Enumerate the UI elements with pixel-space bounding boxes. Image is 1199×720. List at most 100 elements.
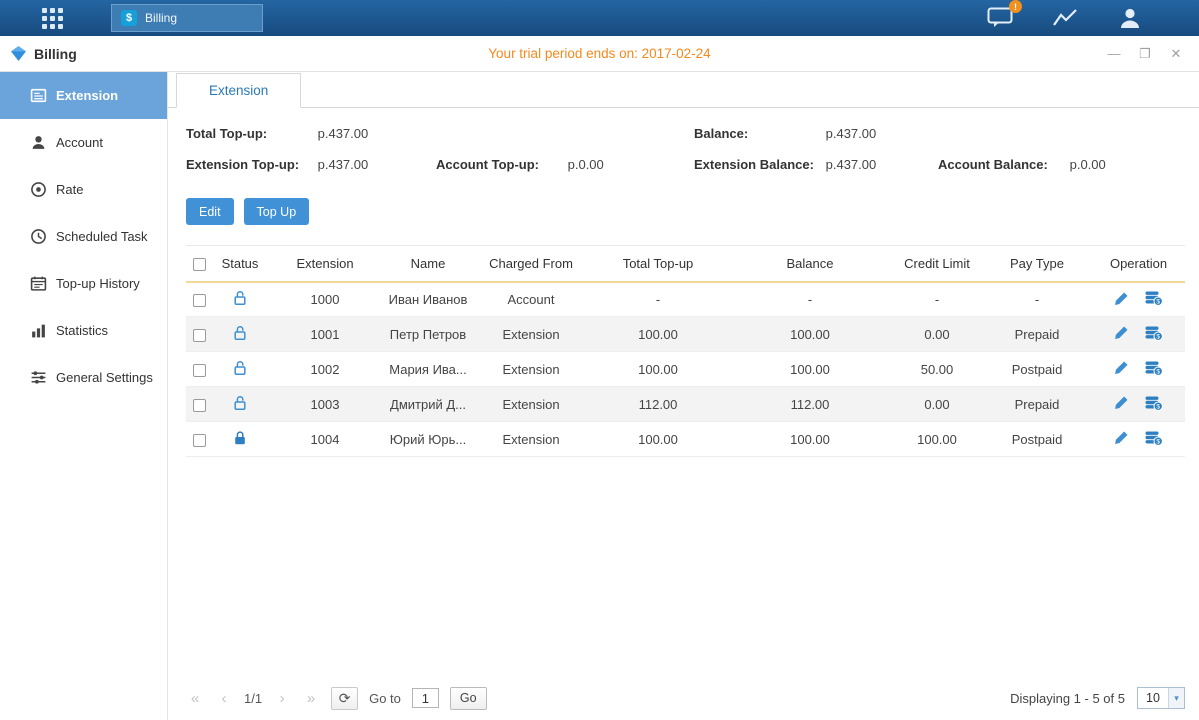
lock-open-icon xyxy=(232,290,248,306)
topup-extension-icon[interactable]: $ xyxy=(1145,290,1163,306)
prev-page-button[interactable]: ‹ xyxy=(215,690,233,707)
sidebar-item-label: Top-up History xyxy=(56,276,140,291)
table-row: 1003 Дмитрий Д... Extension 112.00 112.0… xyxy=(186,387,1185,422)
app-grid-icon[interactable] xyxy=(42,8,63,29)
row-checkbox[interactable] xyxy=(193,434,206,447)
cell-balance: - xyxy=(728,282,892,317)
topup-extension-icon[interactable]: $ xyxy=(1145,395,1163,411)
summary-account-topup: Account Top-up: p.0.00 xyxy=(436,157,694,172)
status-cell xyxy=(232,430,248,446)
notifications-chat-icon[interactable]: ! xyxy=(987,7,1014,29)
reports-chart-icon[interactable] xyxy=(1052,7,1079,29)
extension-topup-value: p.437.00 xyxy=(318,157,369,172)
total-topup-value: p.437.00 xyxy=(318,126,369,141)
rate-icon xyxy=(30,181,47,198)
column-header-status: Status xyxy=(212,246,268,282)
sidebar-item-rate[interactable]: Rate xyxy=(0,166,167,213)
sidebar-item-topup-history[interactable]: Top-up History xyxy=(0,260,167,307)
row-checkbox[interactable] xyxy=(193,364,206,377)
edit-extension-icon[interactable] xyxy=(1114,360,1129,375)
cell-pay-type: - xyxy=(982,282,1092,317)
edit-extension-icon[interactable] xyxy=(1114,291,1129,306)
row-checkbox[interactable] xyxy=(193,294,206,307)
billing-summary: Total Top-up: p.437.00 Balance: p.437.00… xyxy=(186,126,1185,172)
sidebar-item-general-settings[interactable]: General Settings xyxy=(0,354,167,401)
displaying-text: Displaying 1 - 5 of 5 xyxy=(1010,691,1125,706)
summary-balance: Balance: p.437.00 xyxy=(694,126,938,141)
sidebar-item-label: Rate xyxy=(56,182,83,197)
cell-extension: 1000 xyxy=(268,282,382,317)
maximize-button[interactable]: ❐ xyxy=(1138,46,1152,62)
cell-extension: 1004 xyxy=(268,422,382,457)
column-header-extension: Extension xyxy=(268,246,382,282)
window-titlebar: Billing Your trial period ends on: 2017-… xyxy=(0,36,1199,72)
page-indicator: 1/1 xyxy=(244,691,262,706)
cell-charged-from: Account xyxy=(474,282,588,317)
goto-page-input[interactable] xyxy=(412,688,439,708)
lock-locked-icon xyxy=(232,430,248,446)
minimize-button[interactable]: — xyxy=(1107,46,1121,62)
sidebar-item-scheduled-task[interactable]: Scheduled Task xyxy=(0,213,167,260)
go-button[interactable]: Go xyxy=(450,687,487,710)
edit-extension-icon[interactable] xyxy=(1114,325,1129,340)
cell-name: Петр Петров xyxy=(382,317,474,352)
edit-extension-icon[interactable] xyxy=(1114,395,1129,410)
table-row: 1000 Иван Иванов Account - - - - $ xyxy=(186,282,1185,317)
cell-balance: 100.00 xyxy=(728,352,892,387)
topup-extension-icon[interactable]: $ xyxy=(1145,430,1163,446)
next-page-button[interactable]: › xyxy=(273,690,291,707)
column-header-credit-limit: Credit Limit xyxy=(892,246,982,282)
total-topup-label: Total Top-up: xyxy=(186,126,314,141)
sidebar-item-label: General Settings xyxy=(56,370,153,385)
cell-extension: 1001 xyxy=(268,317,382,352)
user-account-icon[interactable] xyxy=(1117,6,1143,30)
tab-extension[interactable]: Extension xyxy=(176,73,301,108)
cell-name: Иван Иванов xyxy=(382,282,474,317)
row-checkbox[interactable] xyxy=(193,329,206,342)
sidebar-item-label: Scheduled Task xyxy=(56,229,148,244)
svg-text:$: $ xyxy=(1156,438,1160,445)
first-page-button[interactable]: « xyxy=(186,690,204,707)
balance-label: Balance: xyxy=(694,126,822,141)
last-page-button[interactable]: » xyxy=(302,690,320,707)
sidebar-item-label: Statistics xyxy=(56,323,108,338)
edit-button[interactable]: Edit xyxy=(186,198,234,225)
extension-balance-value: p.437.00 xyxy=(826,157,877,172)
svg-text:$: $ xyxy=(1156,403,1160,410)
account-balance-label: Account Balance: xyxy=(938,157,1066,172)
cell-credit-limit: 100.00 xyxy=(892,422,982,457)
sidebar-item-extension[interactable]: Extension xyxy=(0,72,167,119)
table-row: 1002 Мария Ива... Extension 100.00 100.0… xyxy=(186,352,1185,387)
extension-table: StatusExtensionNameCharged FromTotal Top… xyxy=(186,245,1185,457)
select-all-checkbox[interactable] xyxy=(193,258,206,271)
account-topup-value: p.0.00 xyxy=(568,157,604,172)
refresh-button[interactable]: ⟳ xyxy=(331,687,358,710)
topbar: $ Billing ! xyxy=(0,0,1199,36)
account-balance-value: p.0.00 xyxy=(1070,157,1106,172)
sidebar-item-statistics[interactable]: Statistics xyxy=(0,307,167,354)
close-button[interactable]: ✕ xyxy=(1169,46,1183,62)
cell-total-topup: - xyxy=(588,282,728,317)
billing-app-tab[interactable]: $ Billing xyxy=(111,4,263,32)
summary-total-topup: Total Top-up: p.437.00 xyxy=(186,126,436,141)
app-tab-label: Billing xyxy=(145,11,177,25)
cell-extension: 1002 xyxy=(268,352,382,387)
top-up-button[interactable]: Top Up xyxy=(244,198,310,225)
balance-value: p.437.00 xyxy=(826,126,877,141)
summary-account-balance: Account Balance: p.0.00 xyxy=(938,157,1185,172)
sidebar-item-account[interactable]: Account xyxy=(0,119,167,166)
lock-open-icon xyxy=(232,395,248,411)
row-checkbox[interactable] xyxy=(193,399,206,412)
summary-extension-topup: Extension Top-up: p.437.00 xyxy=(186,157,436,172)
cell-credit-limit: 0.00 xyxy=(892,387,982,422)
sliders-icon xyxy=(30,369,47,386)
column-header-name: Name xyxy=(382,246,474,282)
edit-extension-icon[interactable] xyxy=(1114,430,1129,445)
topup-extension-icon[interactable]: $ xyxy=(1145,360,1163,376)
topup-extension-icon[interactable]: $ xyxy=(1145,325,1163,341)
sidebar-item-label: Extension xyxy=(56,88,118,103)
cell-charged-from: Extension xyxy=(474,422,588,457)
page-size-select[interactable]: 10 ▾ xyxy=(1137,687,1185,709)
cell-pay-type: Prepaid xyxy=(982,317,1092,352)
cell-balance: 100.00 xyxy=(728,422,892,457)
